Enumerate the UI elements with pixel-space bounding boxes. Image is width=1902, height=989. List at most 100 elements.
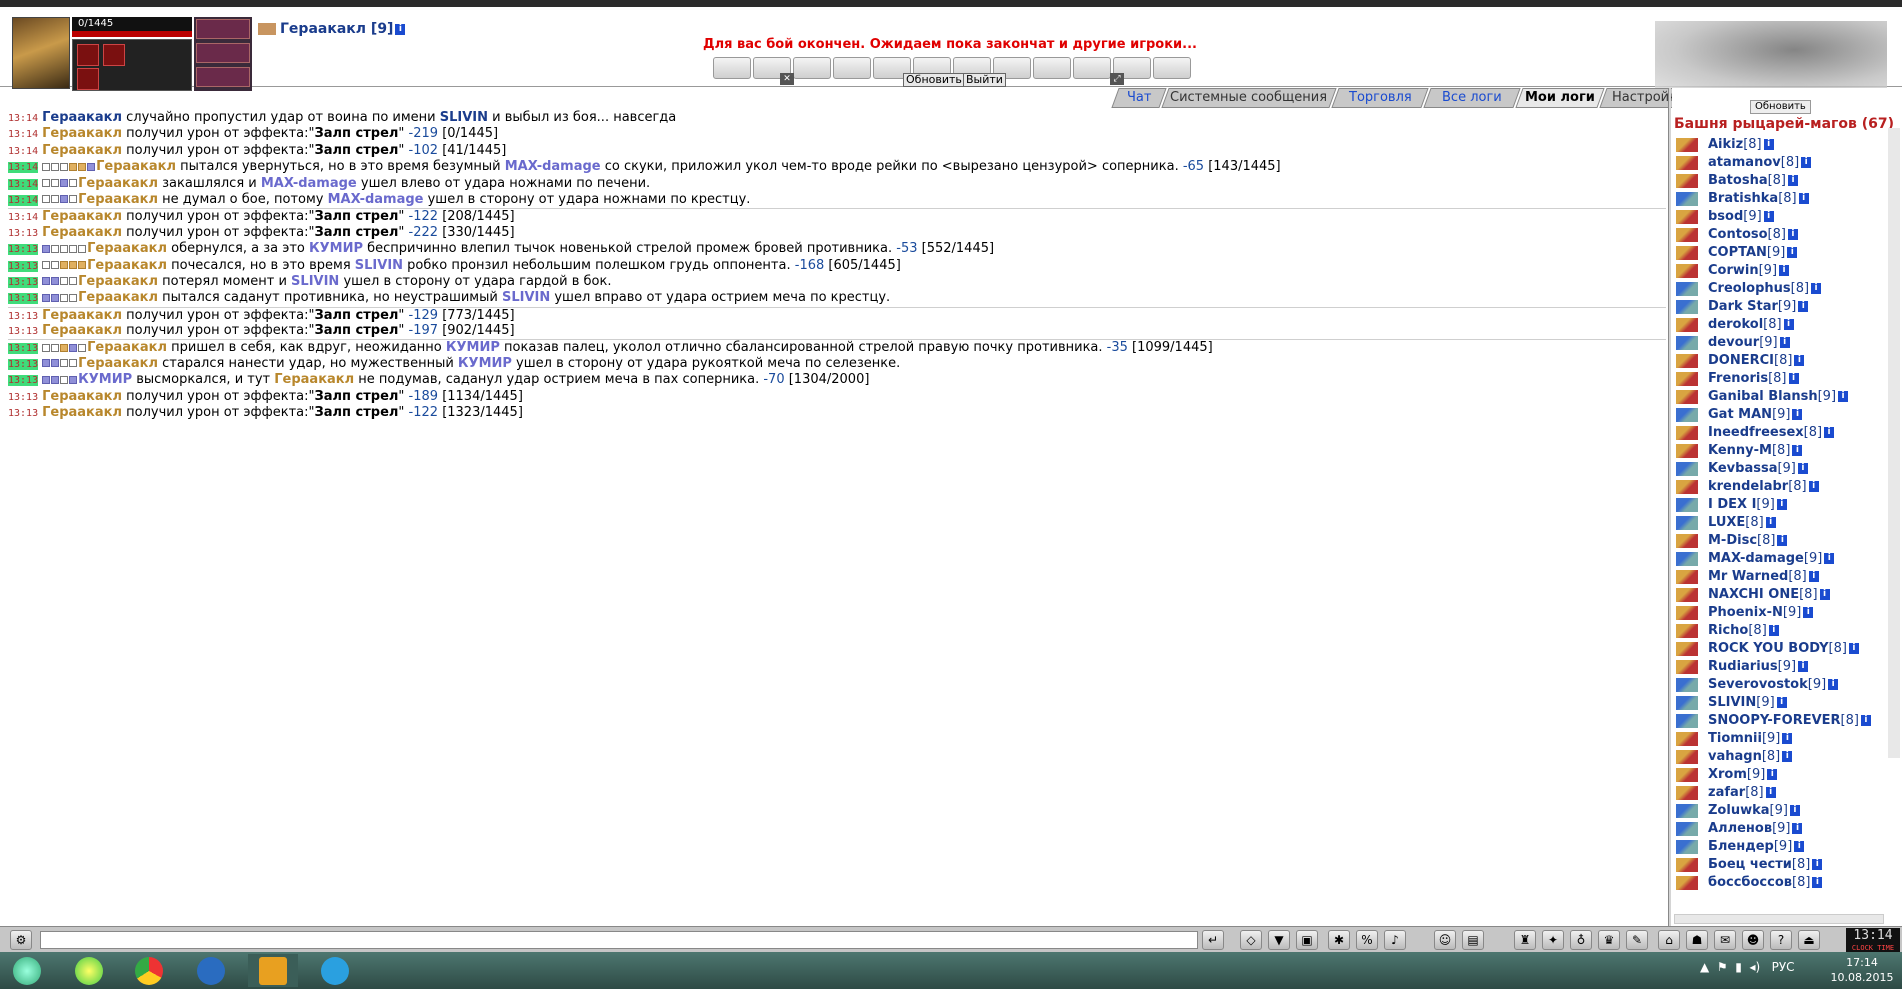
private-message-icon[interactable] [1676, 336, 1698, 350]
panel-divider[interactable] [1668, 88, 1671, 926]
info-icon[interactable]: i [1808, 571, 1819, 582]
log-player-name[interactable]: Гераакакл [87, 340, 167, 355]
player-name[interactable]: Creolophus [1708, 281, 1791, 296]
player-list-item[interactable]: M-Disc[8] i [1674, 532, 1874, 550]
private-message-icon[interactable] [1676, 372, 1698, 386]
taskbar-3cx[interactable] [248, 954, 298, 987]
log-player-name[interactable]: MAX-damage [328, 192, 424, 207]
log-player-name[interactable]: Гераакакл [78, 274, 158, 289]
language-indicator[interactable]: РУС [1772, 960, 1795, 974]
private-message-icon[interactable] [1676, 732, 1698, 746]
player-list-item[interactable]: SNOOPY-FOREVER[8] i [1674, 712, 1874, 730]
log-player-name[interactable]: Гераакакл [42, 110, 122, 125]
private-message-icon[interactable] [1676, 174, 1698, 188]
info-icon[interactable]: i [1838, 391, 1849, 402]
player-list-item[interactable]: Phoenix-N[9] i [1674, 604, 1874, 622]
player-name[interactable]: LUXE [1708, 515, 1745, 530]
player-list-item[interactable]: Xrom[9] i [1674, 766, 1874, 784]
player-name[interactable]: SNOOPY-FOREVER [1708, 713, 1841, 728]
info-icon[interactable]: i [1779, 337, 1790, 348]
chat-input[interactable] [40, 931, 1198, 949]
player-name[interactable]: Batosha [1708, 173, 1768, 188]
player-name[interactable]: devour [1708, 335, 1759, 350]
player-name[interactable]: Dark Star [1708, 299, 1778, 314]
private-message-icon[interactable] [1676, 354, 1698, 368]
percent-icon[interactable]: % [1356, 930, 1378, 950]
log-player-name[interactable]: Гераакакл [274, 372, 354, 387]
sidebar-hscrollbar[interactable] [1674, 914, 1884, 924]
player-name[interactable]: atamanov [1708, 155, 1781, 170]
help-icon[interactable]: ? [1770, 930, 1792, 950]
fight-icon[interactable]: ✱ [1328, 930, 1350, 950]
player-name[interactable]: zafar [1708, 785, 1745, 800]
private-message-icon[interactable] [1676, 246, 1698, 260]
tab-item[interactable]: Мои логи [1515, 88, 1605, 108]
log-player-name[interactable]: Гераакакл [78, 176, 158, 191]
private-message-icon[interactable] [1676, 642, 1698, 656]
exit-icon[interactable]: ⏏ [1798, 930, 1820, 950]
tab-item[interactable]: Все логи [1423, 88, 1521, 108]
player-name[interactable]: Боец чести [1708, 857, 1792, 872]
player-list-item[interactable]: Kevbassa[9] i [1674, 460, 1874, 478]
info-icon[interactable]: i [1783, 319, 1794, 330]
taskbar-icq[interactable] [64, 954, 114, 987]
player-list-item[interactable]: Frenoris[8] i [1674, 370, 1874, 388]
log-player-name[interactable]: КУМИР [458, 356, 512, 371]
info-icon[interactable]: i [1788, 175, 1799, 186]
private-message-icon[interactable] [1676, 264, 1698, 278]
player-list-item[interactable]: zafar[8] i [1674, 784, 1874, 802]
character-avatar[interactable] [12, 17, 70, 89]
player-name[interactable]: Richo [1708, 623, 1748, 638]
private-message-icon[interactable] [1676, 426, 1698, 440]
log-player-name[interactable]: SLIVIN [502, 290, 550, 305]
item-slot[interactable] [196, 19, 250, 39]
player-name[interactable]: Frenoris [1708, 371, 1768, 386]
player-list-item[interactable]: MAX-damage[9] i [1674, 550, 1874, 568]
player-list-item[interactable]: devour[9] i [1674, 334, 1874, 352]
player-list-item[interactable]: Bratishka[8] i [1674, 190, 1874, 208]
expand-icon[interactable]: ⤢ [1110, 73, 1124, 85]
private-message-icon[interactable] [1676, 228, 1698, 242]
player-name[interactable]: DONERCI [1708, 353, 1774, 368]
player-list-item[interactable]: Блендер[9] i [1674, 838, 1874, 856]
player-name[interactable]: Алленов [1708, 821, 1772, 836]
player-name[interactable]: Гераакакл [9] i [258, 21, 406, 37]
info-icon[interactable]: i [1794, 841, 1805, 852]
info-icon[interactable]: i [1787, 247, 1798, 258]
player-name[interactable]: Contoso [1708, 227, 1768, 242]
log-player-name[interactable]: КУМИР [78, 372, 132, 387]
player-list-item[interactable]: Алленов[9] i [1674, 820, 1874, 838]
player-list-item[interactable]: derokol[8] i [1674, 316, 1874, 334]
sound-icon[interactable]: ♪ [1384, 930, 1406, 950]
clan-icon[interactable]: ♛ [1598, 930, 1620, 950]
info-icon[interactable]: i [1782, 733, 1793, 744]
player-list-item[interactable]: Dark Star[9] i [1674, 298, 1874, 316]
player-name[interactable]: Kenny-M [1708, 443, 1772, 458]
smile-icon[interactable]: ☺ [1434, 930, 1456, 950]
log-player-name[interactable]: Гераакакл [78, 290, 158, 305]
player-name[interactable]: Блендер [1708, 839, 1774, 854]
tab-item[interactable]: Системные сообщения [1161, 88, 1337, 108]
info-icon[interactable]: i [1782, 751, 1793, 762]
private-message-icon[interactable] [1676, 660, 1698, 674]
log-player-name[interactable]: Гераакакл [42, 143, 122, 158]
player-name[interactable]: I DEX I [1708, 497, 1756, 512]
info-icon[interactable]: i [1819, 589, 1830, 600]
private-message-icon[interactable] [1676, 606, 1698, 620]
equipment-slot[interactable] [77, 68, 99, 90]
player-name[interactable]: vahagn [1708, 749, 1762, 764]
player-list-item[interactable]: bsod[9] i [1674, 208, 1874, 226]
player-list-item[interactable]: Rudiarius[9] i [1674, 658, 1874, 676]
player-list-item[interactable]: Creolophus[8] i [1674, 280, 1874, 298]
private-message-icon[interactable] [1676, 390, 1698, 404]
player-list-item[interactable]: ROCK YOU BODY[8] i [1674, 640, 1874, 658]
log-player-name[interactable]: КУМИР [446, 340, 500, 355]
player-name[interactable]: Severovostok [1708, 677, 1808, 692]
private-message-icon[interactable] [1676, 552, 1698, 566]
private-message-icon[interactable] [1676, 444, 1698, 458]
private-message-icon[interactable] [1676, 408, 1698, 422]
info-icon[interactable]: i [1765, 517, 1776, 528]
friends-icon[interactable]: ☻ [1742, 930, 1764, 950]
private-message-icon[interactable] [1676, 714, 1698, 728]
log-player-name[interactable]: SLIVIN [355, 258, 403, 273]
